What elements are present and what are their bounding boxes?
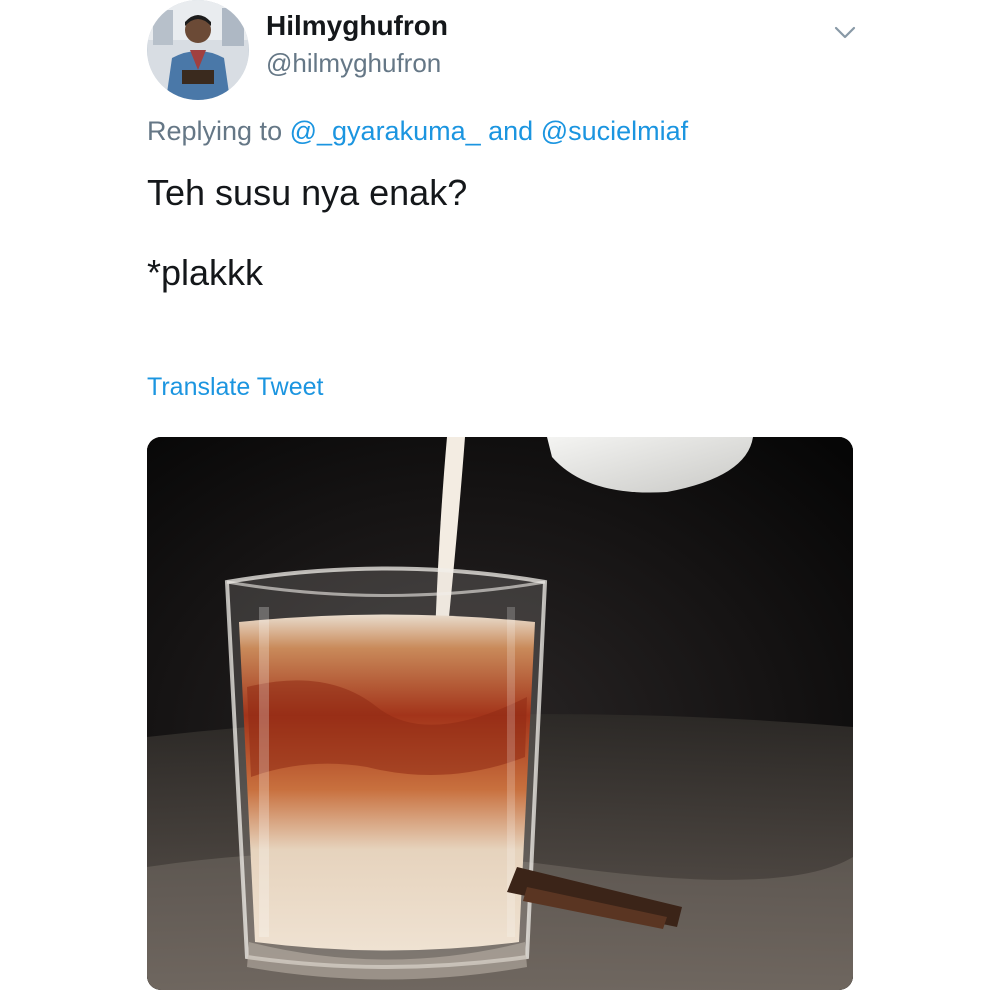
tweet-text-line: Teh susu nya enak? xyxy=(147,172,468,213)
tweet-text-line: *plakkk xyxy=(147,252,264,293)
mention-link[interactable]: @_gyarakuma_ xyxy=(290,116,481,146)
mention-link[interactable]: @sucielmiaf xyxy=(541,116,688,146)
replying-to-conjunction[interactable]: and xyxy=(488,116,533,146)
author-handle[interactable]: @hilmyghufron xyxy=(266,48,441,79)
user-photo-avatar xyxy=(148,0,248,100)
chevron-down-icon xyxy=(834,26,856,39)
tweet-media-photo[interactable] xyxy=(147,437,853,990)
tweet-menu-button[interactable] xyxy=(830,18,860,48)
tweet-avatar[interactable] xyxy=(147,0,249,100)
author-display-name[interactable]: Hilmyghufron xyxy=(266,10,448,42)
translate-tweet-link[interactable]: Translate Tweet xyxy=(147,373,323,402)
replying-to-prefix: Replying to xyxy=(147,116,283,146)
replying-to-line: Replying to @_gyarakuma_ and @sucielmiaf xyxy=(147,116,688,147)
milk-tea-glass-photo xyxy=(147,437,853,990)
